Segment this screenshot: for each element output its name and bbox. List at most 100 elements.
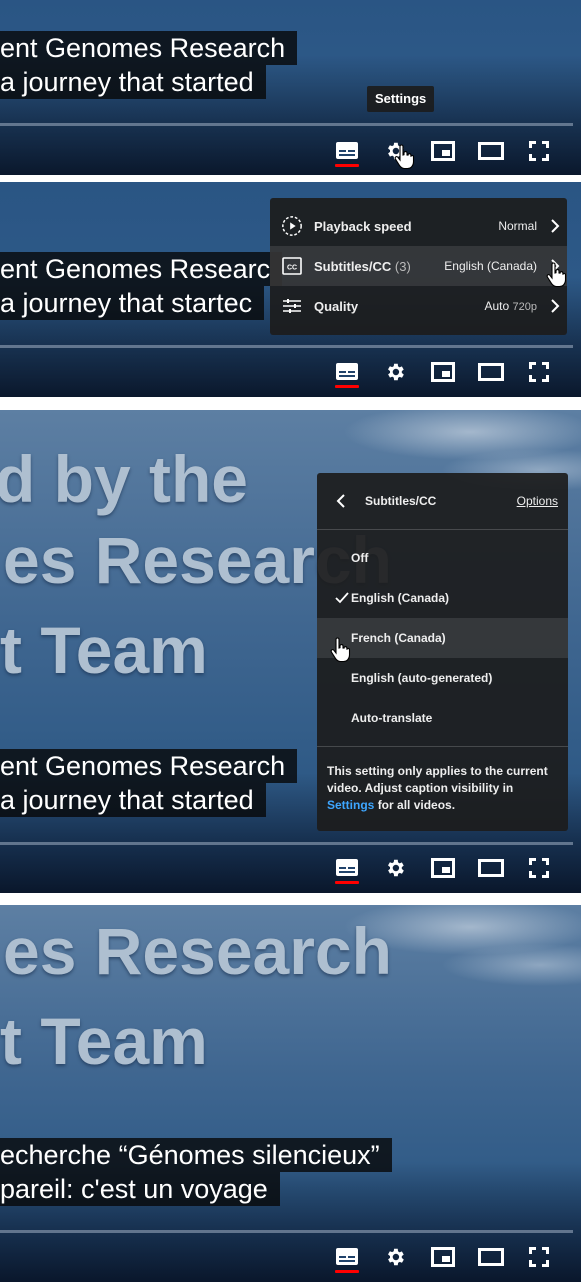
miniplayer-icon: [431, 1247, 455, 1267]
gear-icon: [388, 363, 404, 381]
settings-link[interactable]: Settings: [327, 798, 374, 812]
screenshot-panel-2: ent Genomes Researc a journey that start…: [0, 182, 581, 397]
caption-window: echerche “Génomes silencieux” pareil: c'…: [0, 1138, 392, 1206]
hand-cursor-icon: [394, 144, 415, 170]
theater-mode-button[interactable]: [473, 354, 509, 390]
subtitles-icon: [336, 142, 358, 159]
settings-button[interactable]: [377, 850, 413, 886]
player-controls: [329, 133, 569, 169]
player-controls: [329, 1239, 569, 1275]
menu-item-quality[interactable]: Quality Auto 720p: [270, 286, 567, 326]
cc-icon: CC: [282, 257, 302, 275]
menu-item-subtitles[interactable]: CC Subtitles/CC (3) English (Canada): [270, 246, 567, 286]
caption-line: pareil: c'est un voyage: [0, 1172, 280, 1206]
settings-button[interactable]: [377, 1239, 413, 1275]
theater-mode-icon: [478, 1248, 504, 1266]
hand-cursor-icon: [546, 262, 567, 288]
caption-line: ent Genomes Researc: [0, 252, 283, 286]
subtitles-active-indicator: [335, 1270, 359, 1273]
subtitles-menu-header: Subtitles/CC Options: [317, 473, 568, 530]
checkmark-icon: [335, 592, 349, 604]
chevron-right-icon: [551, 299, 560, 313]
progress-bar[interactable]: [0, 123, 573, 126]
miniplayer-button[interactable]: [425, 133, 461, 169]
progress-bar[interactable]: [0, 1230, 573, 1233]
sliders-icon: [283, 299, 301, 313]
subtitles-track-count: (3): [394, 258, 411, 274]
options-link[interactable]: Options: [517, 494, 558, 508]
fullscreen-icon: [529, 858, 549, 878]
hand-cursor-icon: [330, 637, 351, 663]
menu-item-label: Quality: [314, 298, 359, 314]
settings-menu: Playback speed Normal CC Subtitles/CC (3…: [270, 198, 567, 335]
screenshot-panel-4: es Research t Team echerche “Génomes sil…: [0, 905, 581, 1282]
subtitles-button[interactable]: [329, 354, 365, 390]
track-label: English (Canada): [351, 591, 450, 605]
video-title-text: es Research: [3, 914, 392, 988]
back-button[interactable]: [317, 494, 365, 508]
chevron-right-icon: [551, 219, 560, 233]
subtitles-menu: Subtitles/CC Options Off English (Canada…: [317, 473, 568, 831]
fullscreen-icon: [529, 1247, 549, 1267]
subtitles-icon: [336, 859, 358, 876]
caption-line: ent Genomes Research: [0, 749, 298, 783]
subtitles-active-indicator: [335, 164, 359, 167]
caption-window: ent Genomes Research a journey that star…: [0, 31, 298, 99]
video-title-text: t Team: [0, 613, 208, 687]
caption-settings-note: This setting only applies to the current…: [317, 746, 568, 814]
menu-item-label: Subtitles/CC: [314, 258, 392, 274]
subtitles-button[interactable]: [329, 133, 365, 169]
theater-mode-button[interactable]: [473, 133, 509, 169]
track-label: French (Canada): [351, 631, 446, 645]
track-label: Off: [351, 551, 369, 565]
progress-bar[interactable]: [0, 345, 573, 348]
menu-item-playback-speed[interactable]: Playback speed Normal: [270, 206, 567, 246]
caption-line: ent Genomes Research: [0, 31, 298, 65]
track-label: English (auto-generated): [351, 671, 493, 685]
track-auto-translate[interactable]: Auto-translate: [317, 698, 568, 738]
fullscreen-icon: [529, 362, 549, 382]
track-french-canada[interactable]: French (Canada): [317, 618, 568, 658]
theater-mode-icon: [478, 859, 504, 877]
subtitles-button[interactable]: [329, 850, 365, 886]
track-english-auto-generated[interactable]: English (auto-generated): [317, 658, 568, 698]
track-off[interactable]: Off: [317, 538, 568, 578]
theater-mode-button[interactable]: [473, 850, 509, 886]
track-english-canada[interactable]: English (Canada): [317, 578, 568, 618]
menu-item-label: Playback speed: [314, 218, 412, 234]
caption-window: ent Genomes Research a journey that star…: [0, 749, 298, 817]
miniplayer-button[interactable]: [425, 354, 461, 390]
fullscreen-button[interactable]: [521, 133, 557, 169]
menu-item-value: English (Canada): [444, 259, 537, 273]
track-label: Auto-translate: [351, 711, 433, 725]
subtitles-active-indicator: [335, 385, 359, 388]
fullscreen-button[interactable]: [521, 1239, 557, 1275]
settings-button[interactable]: [377, 354, 413, 390]
progress-bar[interactable]: [0, 842, 573, 845]
quality-resolution: 720p: [512, 301, 537, 313]
caption-window: ent Genomes Researc a journey that start…: [0, 252, 283, 320]
caption-line: echerche “Génomes silencieux”: [0, 1138, 392, 1172]
fullscreen-button[interactable]: [521, 850, 557, 886]
subtitles-active-indicator: [335, 881, 359, 884]
theater-mode-icon: [478, 363, 504, 381]
subtitles-icon: [336, 363, 358, 380]
caption-line: a journey that startec: [0, 286, 265, 320]
fullscreen-icon: [529, 141, 549, 161]
miniplayer-button[interactable]: [425, 850, 461, 886]
caption-line: a journey that started: [0, 783, 266, 817]
theater-mode-button[interactable]: [473, 1239, 509, 1275]
subtitles-menu-title: Subtitles/CC: [365, 494, 437, 508]
miniplayer-button[interactable]: [425, 1239, 461, 1275]
miniplayer-icon: [431, 858, 455, 878]
gear-icon: [388, 859, 404, 877]
settings-tooltip: Settings: [367, 86, 435, 112]
miniplayer-icon: [431, 362, 455, 382]
subtitles-icon: [336, 1248, 358, 1265]
theater-mode-icon: [478, 142, 504, 160]
menu-item-value: Auto: [484, 299, 510, 313]
fullscreen-button[interactable]: [521, 354, 557, 390]
video-title-text: d by the: [0, 442, 249, 516]
subtitles-button[interactable]: [329, 1239, 365, 1275]
playback-speed-icon: [282, 216, 302, 236]
